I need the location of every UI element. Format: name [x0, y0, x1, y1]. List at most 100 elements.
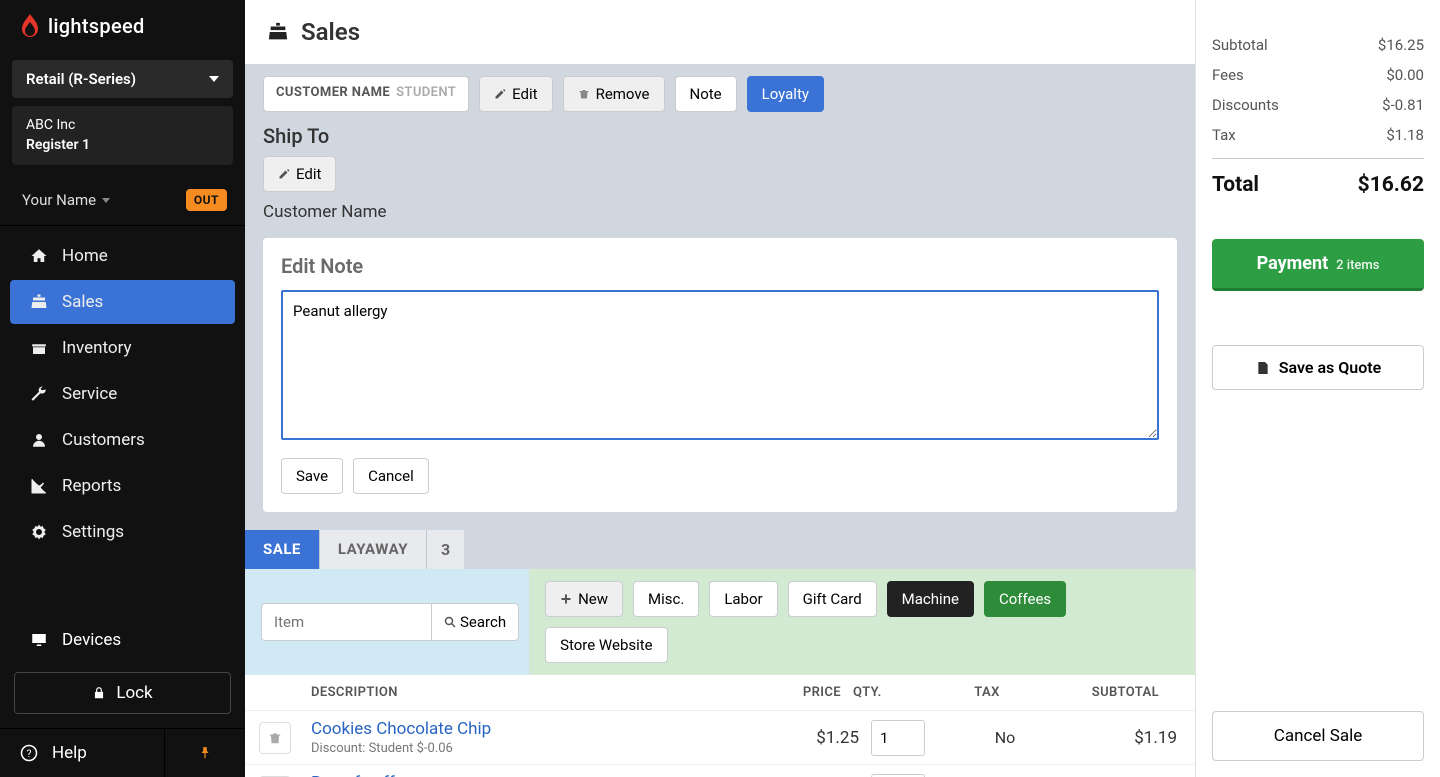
nav-reports-label: Reports — [62, 476, 121, 496]
nav-inventory[interactable]: Inventory — [10, 326, 235, 370]
note-textarea[interactable] — [281, 290, 1159, 440]
nav-settings[interactable]: Settings — [10, 510, 235, 554]
new-item-button[interactable]: New — [545, 581, 623, 617]
tab-sale[interactable]: SALE — [245, 530, 320, 569]
box-icon — [30, 339, 48, 357]
tab-count: 3 — [427, 530, 464, 569]
item-tax: No — [955, 728, 1055, 747]
edit-customer-button[interactable]: Edit — [479, 76, 552, 112]
discounts-value: $-0.81 — [1382, 96, 1424, 114]
nav-devices[interactable]: Devices — [10, 618, 235, 662]
customer-pill[interactable]: CUSTOMER NAME STUDENT — [263, 76, 469, 112]
pencil-icon — [494, 88, 506, 100]
gear-icon — [30, 523, 48, 541]
gift-card-button[interactable]: Gift Card — [788, 581, 877, 617]
plus-icon — [560, 593, 572, 605]
user-menu[interactable]: Your Name — [22, 191, 110, 209]
brand-logo: lightspeed — [0, 0, 245, 52]
save-quote-button[interactable]: Save as Quote — [1212, 345, 1424, 390]
item-discount: Discount: Student $-0.06 — [311, 741, 769, 756]
item-name-link[interactable]: Bag of coffee — [311, 773, 413, 777]
wrench-icon — [30, 385, 48, 403]
nav-home[interactable]: Home — [10, 234, 235, 278]
lock-icon — [92, 686, 106, 700]
item-subtotal: $1.19 — [1055, 728, 1195, 748]
center-panel: Sales CUSTOMER NAME STUDENT Edit Remove N… — [245, 0, 1195, 777]
nav-customers-label: Customers — [62, 430, 145, 450]
chevron-down-icon — [209, 76, 219, 82]
loyalty-button[interactable]: Loyalty — [747, 76, 824, 112]
cancel-note-button[interactable]: Cancel — [353, 458, 429, 494]
search-icon — [444, 616, 456, 628]
nav-sales[interactable]: Sales — [10, 280, 235, 324]
save-note-button[interactable]: Save — [281, 458, 343, 494]
labor-button[interactable]: Labor — [709, 581, 777, 617]
qty-input[interactable] — [871, 720, 925, 756]
help-button[interactable]: ? Help — [0, 729, 165, 777]
customer-tag: STUDENT — [396, 85, 456, 100]
misc-button[interactable]: Misc. — [633, 581, 699, 617]
table-row: Bag of coffee Discount: Student $-0.75 $… — [245, 764, 1195, 777]
plan-selector[interactable]: Retail (R-Series) — [12, 60, 233, 98]
trash-icon — [578, 88, 590, 100]
th-subtotal: SUBTOTAL — [1037, 685, 1177, 700]
th-tax: TAX — [937, 685, 1037, 700]
lock-label: Lock — [116, 683, 152, 703]
total-value: $16.62 — [1358, 173, 1424, 197]
page-title: Sales — [301, 18, 360, 46]
customer-panel: CUSTOMER NAME STUDENT Edit Remove Note Lo… — [245, 64, 1195, 530]
trash-icon — [268, 731, 282, 745]
customer-name-label: CUSTOMER NAME — [276, 85, 390, 100]
machine-button[interactable]: Machine — [887, 581, 974, 617]
tab-layaway[interactable]: LAYAWAY — [320, 530, 427, 569]
qty-input[interactable] — [871, 774, 925, 777]
cancel-sale-button[interactable]: Cancel Sale — [1212, 711, 1424, 761]
page-header: Sales — [245, 0, 1195, 64]
table-row: Cookies Chocolate Chip Discount: Student… — [245, 710, 1195, 764]
coffees-button[interactable]: Coffees — [984, 581, 1066, 617]
item-search-button[interactable]: Search — [431, 603, 519, 641]
pin-button[interactable] — [165, 729, 245, 777]
store-website-button[interactable]: Store Website — [545, 627, 668, 663]
caret-down-icon — [102, 198, 110, 203]
item-price: $1.25 — [775, 728, 865, 748]
nav-devices-label: Devices — [62, 630, 121, 650]
help-label: Help — [52, 743, 87, 763]
item-name-link[interactable]: Cookies Chocolate Chip — [311, 719, 491, 739]
delete-line-button[interactable] — [259, 722, 291, 754]
lock-button[interactable]: Lock — [14, 672, 231, 714]
nav-reports[interactable]: Reports — [10, 464, 235, 508]
tax-label: Tax — [1212, 126, 1236, 144]
nav-service[interactable]: Service — [10, 372, 235, 416]
clock-status-badge[interactable]: OUT — [186, 189, 227, 211]
brand-text: lightspeed — [48, 14, 145, 38]
flame-icon — [20, 14, 40, 38]
nav-inventory-label: Inventory — [62, 338, 132, 358]
sale-tabs: SALE LAYAWAY 3 — [245, 530, 1195, 569]
payment-count: 2 items — [1336, 258, 1379, 273]
edit-shipto-button[interactable]: Edit — [263, 156, 336, 192]
payment-button[interactable]: Payment 2 items — [1212, 239, 1424, 291]
chart-icon — [30, 477, 48, 495]
summary-panel: Subtotal$16.25 Fees$0.00 Discounts$-0.81… — [1195, 0, 1440, 777]
user-name: Your Name — [22, 191, 96, 209]
th-description: DESCRIPTION — [305, 685, 757, 700]
pencil-icon — [278, 168, 290, 180]
remove-customer-button[interactable]: Remove — [563, 76, 665, 112]
discounts-label: Discounts — [1212, 96, 1279, 114]
main-nav: Home Sales Inventory Service Customers R… — [0, 225, 245, 616]
subtotal-label: Subtotal — [1212, 36, 1268, 54]
nav-customers[interactable]: Customers — [10, 418, 235, 462]
subtotal-value: $16.25 — [1378, 36, 1424, 54]
ship-to-name: Customer Name — [263, 202, 1177, 222]
svg-text:?: ? — [27, 747, 32, 760]
nav-settings-label: Settings — [62, 522, 124, 542]
item-search-input[interactable] — [261, 603, 431, 641]
total-label: Total — [1212, 173, 1259, 197]
payment-label: Payment — [1257, 253, 1329, 274]
store-name: ABC Inc — [26, 116, 219, 136]
monitor-icon — [30, 631, 48, 649]
note-button[interactable]: Note — [675, 76, 737, 112]
edit-note-card: Edit Note Save Cancel — [263, 238, 1177, 512]
store-register-selector[interactable]: ABC Inc Register 1 — [12, 106, 233, 165]
